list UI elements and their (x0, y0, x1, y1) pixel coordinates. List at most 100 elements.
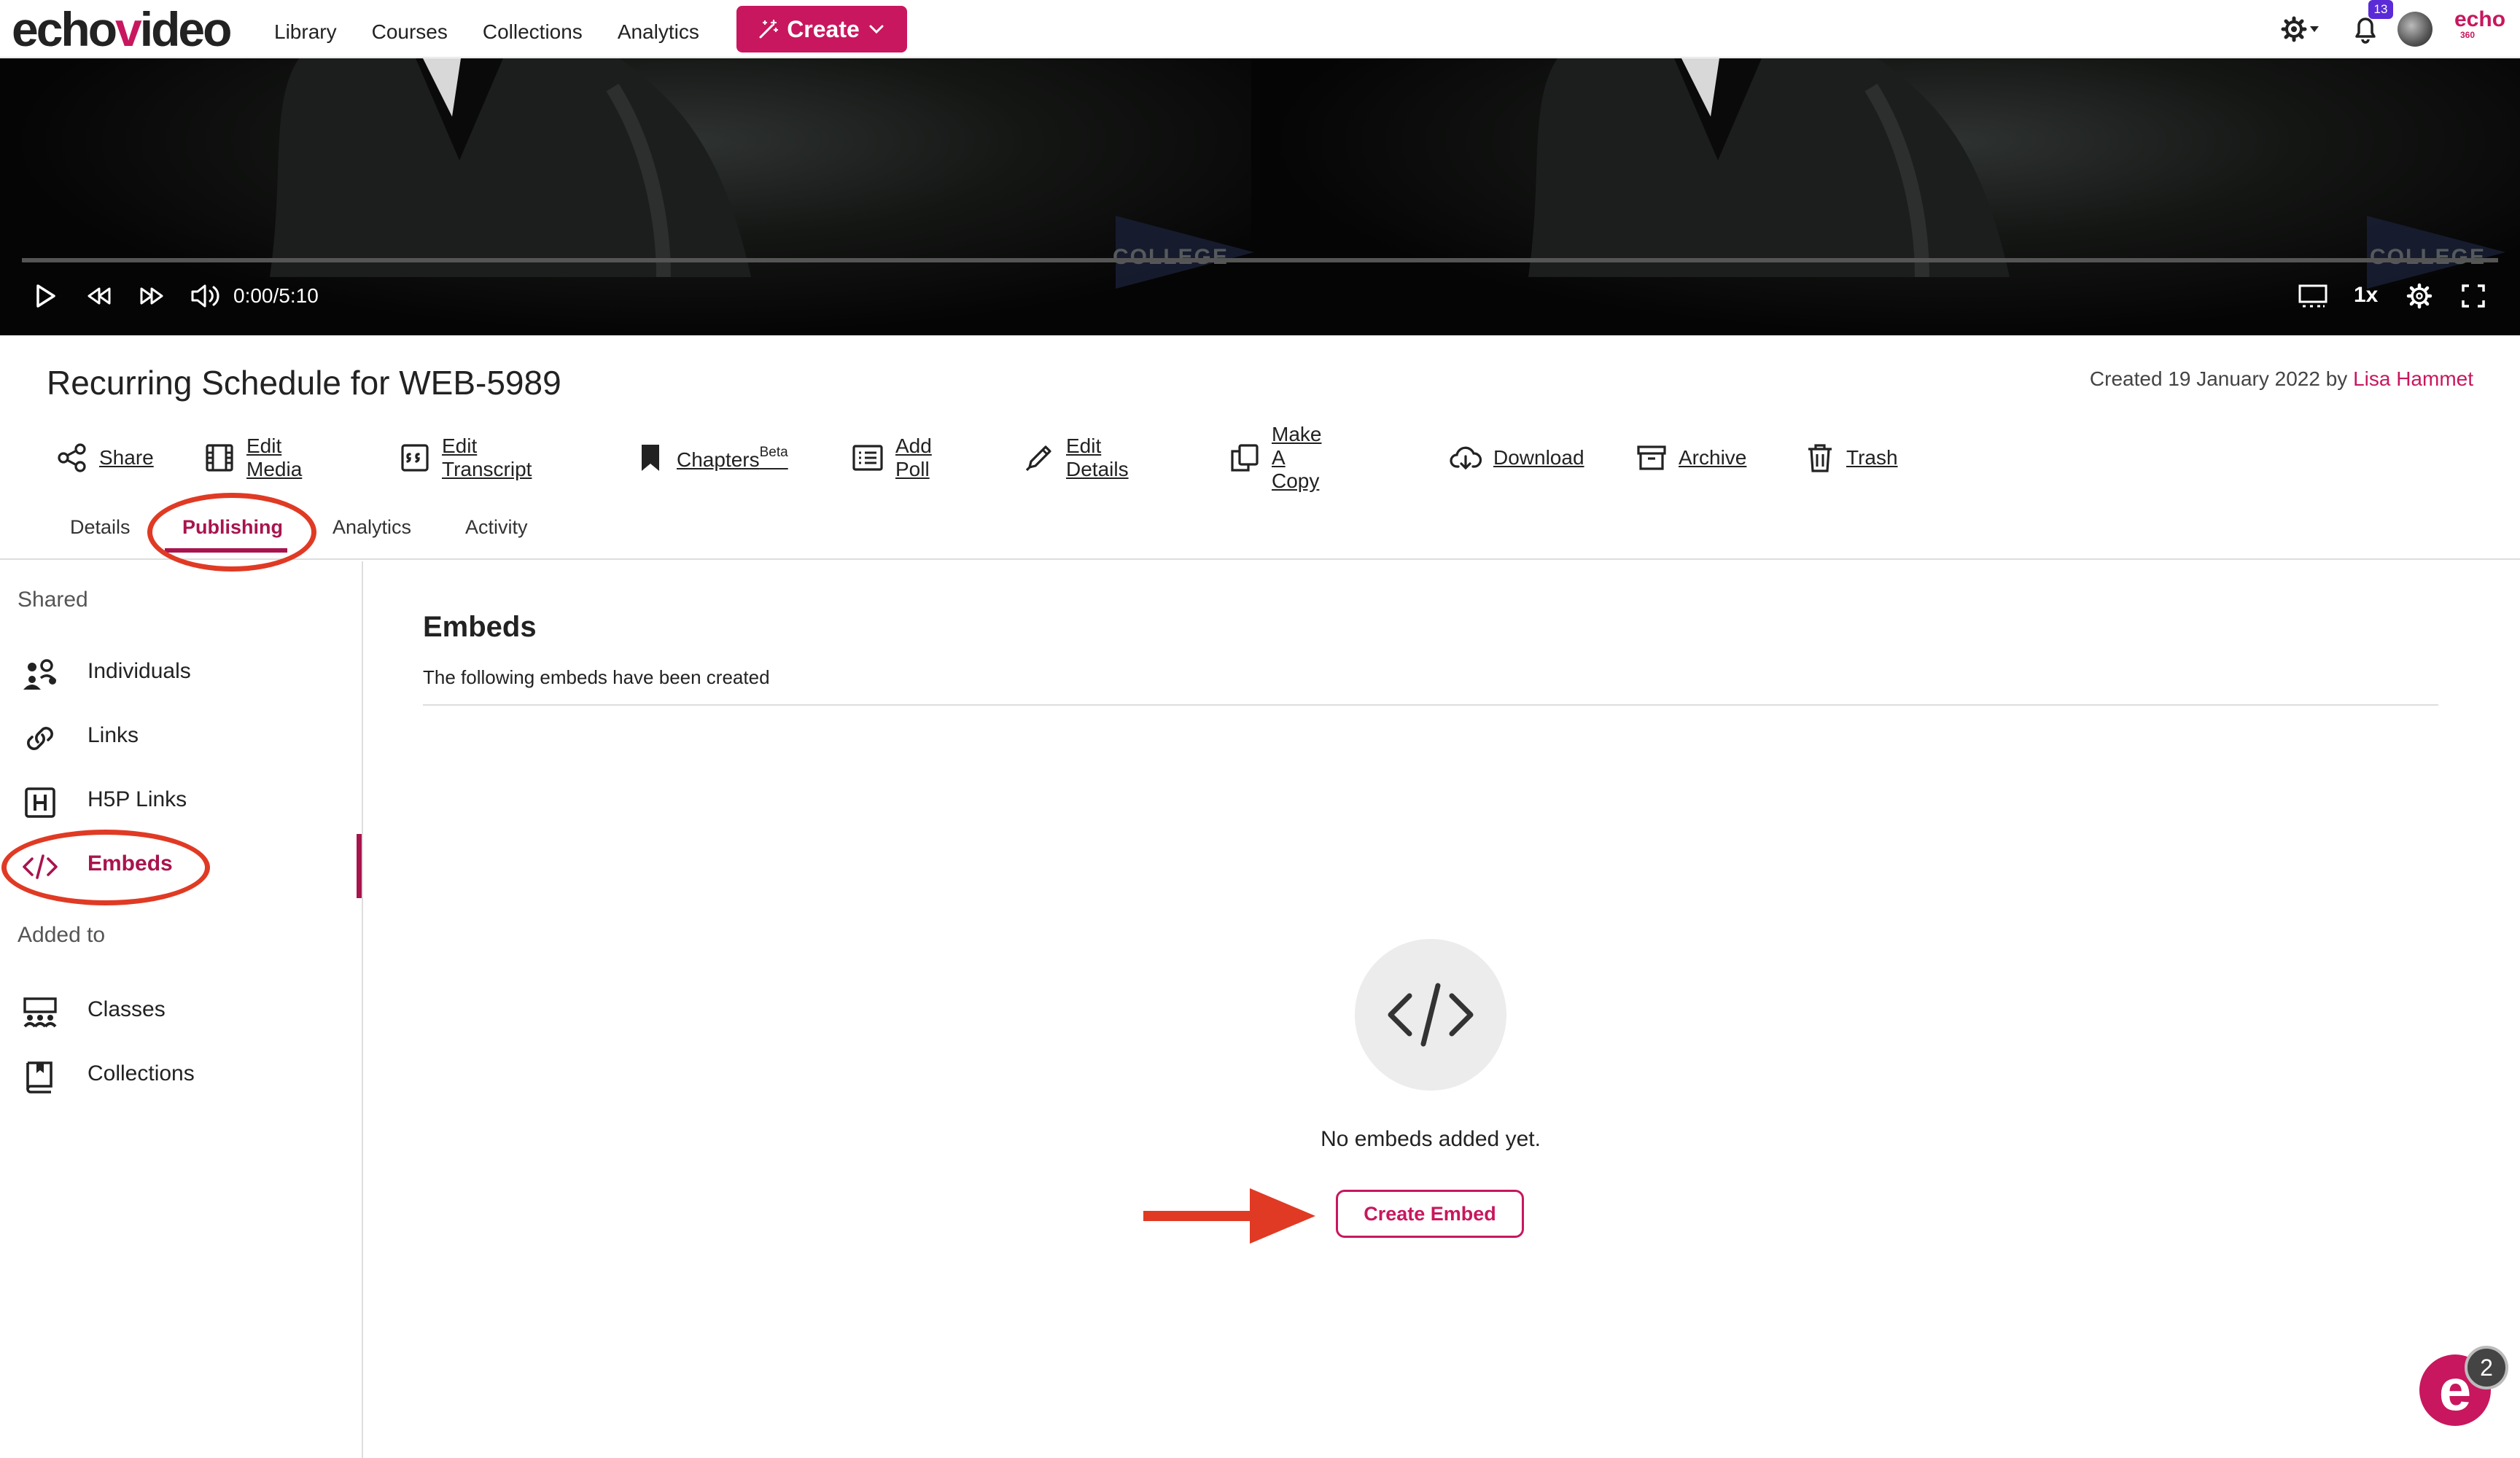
video-watermark-text: COLLEGE (1113, 245, 1229, 269)
chapters-button[interactable]: ChaptersBeta (636, 437, 788, 478)
rewind-icon[interactable] (85, 281, 114, 311)
collection-book-icon (26, 1061, 52, 1094)
logo-text-ideo: ideo (139, 2, 233, 56)
annotation-circle-publishing (147, 493, 316, 572)
fast-forward-icon[interactable] (137, 281, 166, 311)
display-layout-icon[interactable] (2297, 281, 2329, 311)
tab-analytics[interactable]: Analytics (332, 516, 411, 539)
pencil-icon (1025, 445, 1051, 472)
author-link[interactable]: Lisa Hammet (2353, 367, 2473, 390)
video-frame-figure-right (1528, 58, 2010, 277)
sidebar-label-classes: Classes (88, 997, 166, 1021)
empty-state-message: No embeds added yet. (1321, 1127, 1541, 1151)
add-poll-label: Add Poll (895, 434, 932, 480)
edit-details-button[interactable]: Edit Details (1024, 434, 1129, 480)
transcript-icon (401, 444, 429, 472)
sidebar-item-classes[interactable]: Classes (0, 980, 362, 1044)
nav-link-courses[interactable]: Courses (372, 17, 448, 47)
nav-link-collections[interactable]: Collections (483, 17, 583, 47)
chapters-label-text: Chapters (677, 448, 760, 471)
sidebar-item-links[interactable]: Links (0, 706, 362, 770)
create-embed-button[interactable]: Create Embed (1336, 1190, 1524, 1238)
fullscreen-icon[interactable] (2459, 281, 2488, 311)
user-avatar[interactable] (2398, 12, 2432, 47)
settings-gear-icon[interactable] (2279, 13, 2323, 45)
sidebar-heading-shared: Shared (18, 588, 88, 612)
nav-link-analytics[interactable]: Analytics (618, 17, 699, 47)
embeds-subtitle: The following embeds have been created (423, 666, 770, 688)
echo360-logo-text: echo (2454, 7, 2506, 31)
download-button[interactable]: Download (1450, 437, 1584, 478)
archive-icon (1637, 445, 1666, 470)
poll-icon (852, 445, 883, 471)
archive-button[interactable]: Archive (1636, 437, 1746, 478)
embeds-heading: Embeds (423, 611, 537, 643)
player-controls: 0:00/5:10 1x (0, 274, 2520, 318)
sidebar-heading-added-to: Added to (18, 923, 106, 947)
media-title: Recurring Schedule for WEB-5989 (47, 364, 561, 402)
archive-label: Archive (1679, 446, 1747, 469)
classes-icon (23, 997, 57, 1028)
magic-wand-icon (759, 19, 779, 39)
volume-icon[interactable] (190, 281, 222, 311)
tab-details[interactable]: Details (70, 516, 131, 539)
sidebar-item-h5p-links[interactable]: H5P Links (0, 770, 362, 834)
video-player[interactable]: COLLEGE COLLEGE 0:00/5:10 1x (0, 58, 2520, 335)
nav-links: Library Courses Collections Analytics (274, 17, 734, 47)
playback-speed[interactable]: 1x (2354, 283, 2378, 308)
edit-details-label: Edit Details (1066, 434, 1129, 480)
edit-transcript-label: Edit Transcript (442, 434, 532, 480)
media-tabs: Details Publishing Analytics Activity (0, 510, 2520, 560)
code-icon (1388, 983, 1474, 1047)
nav-link-library[interactable]: Library (274, 17, 337, 47)
annotation-arrow-icon (1143, 1188, 1315, 1244)
sidebar-item-collections[interactable]: Collections (0, 1044, 362, 1108)
download-label: Download (1493, 446, 1584, 469)
video-frame-figure (270, 58, 751, 277)
copy-icon (1231, 444, 1259, 472)
publishing-sidebar: Shared Individuals Links H5P Links Embed… (0, 561, 363, 1458)
h5p-icon (25, 787, 55, 818)
share-icon (58, 443, 86, 472)
logo-text-echo: echo (12, 2, 117, 56)
video-watermark-text-right: COLLEGE (2370, 245, 2486, 269)
sidebar-label-individuals: Individuals (88, 659, 191, 683)
play-icon[interactable] (34, 281, 58, 311)
edit-transcript-button[interactable]: Edit Transcript (400, 434, 532, 480)
add-poll-button[interactable]: Add Poll (852, 434, 932, 480)
chapters-label: ChaptersBeta (677, 445, 788, 472)
chapters-beta-tag: Beta (759, 444, 788, 460)
create-button[interactable]: Create (736, 6, 907, 52)
trash-icon (1808, 444, 1832, 472)
edit-media-label: Edit Media (246, 434, 303, 480)
top-navigation: echovideo Library Courses Collections An… (0, 0, 2520, 58)
cloud-download-icon (1450, 446, 1482, 470)
make-a-copy-button[interactable]: Make A Copy (1229, 423, 1321, 492)
make-a-copy-label: Make A Copy (1272, 423, 1322, 492)
create-button-label: Create (787, 15, 860, 42)
annotation-circle-embeds (1, 830, 210, 905)
share-button[interactable]: Share (57, 437, 154, 478)
player-settings-icon[interactable] (2405, 281, 2434, 311)
created-date-text: Created 19 January 2022 by (2089, 367, 2348, 390)
echovideo-logo[interactable]: echovideo (12, 2, 233, 56)
sidebar-label-h5p-links: H5P Links (88, 787, 187, 811)
empty-state-circle (1355, 939, 1506, 1091)
created-info: Created 19 January 2022 by Lisa Hammet (2090, 367, 2473, 391)
trash-button[interactable]: Trash (1805, 437, 1898, 478)
chevron-down-icon (869, 25, 884, 34)
edit-media-button[interactable]: Edit Media (204, 434, 303, 480)
film-icon (206, 444, 233, 472)
help-notification-badge: 2 (2465, 1346, 2508, 1389)
notification-count-badge: 13 (2368, 0, 2393, 19)
sidebar-item-individuals[interactable]: Individuals (0, 642, 362, 706)
tab-activity[interactable]: Activity (465, 516, 528, 539)
echo360-logo-sub: 360 (2460, 30, 2476, 40)
echo360-logo: echo 360 (2454, 7, 2506, 40)
video-progress-bar[interactable] (22, 258, 2498, 262)
bookmark-icon (642, 445, 659, 471)
embeds-divider (423, 704, 2438, 706)
share-label: Share (99, 446, 154, 469)
logo-text-v: v (115, 2, 142, 56)
sidebar-label-collections: Collections (88, 1061, 195, 1085)
